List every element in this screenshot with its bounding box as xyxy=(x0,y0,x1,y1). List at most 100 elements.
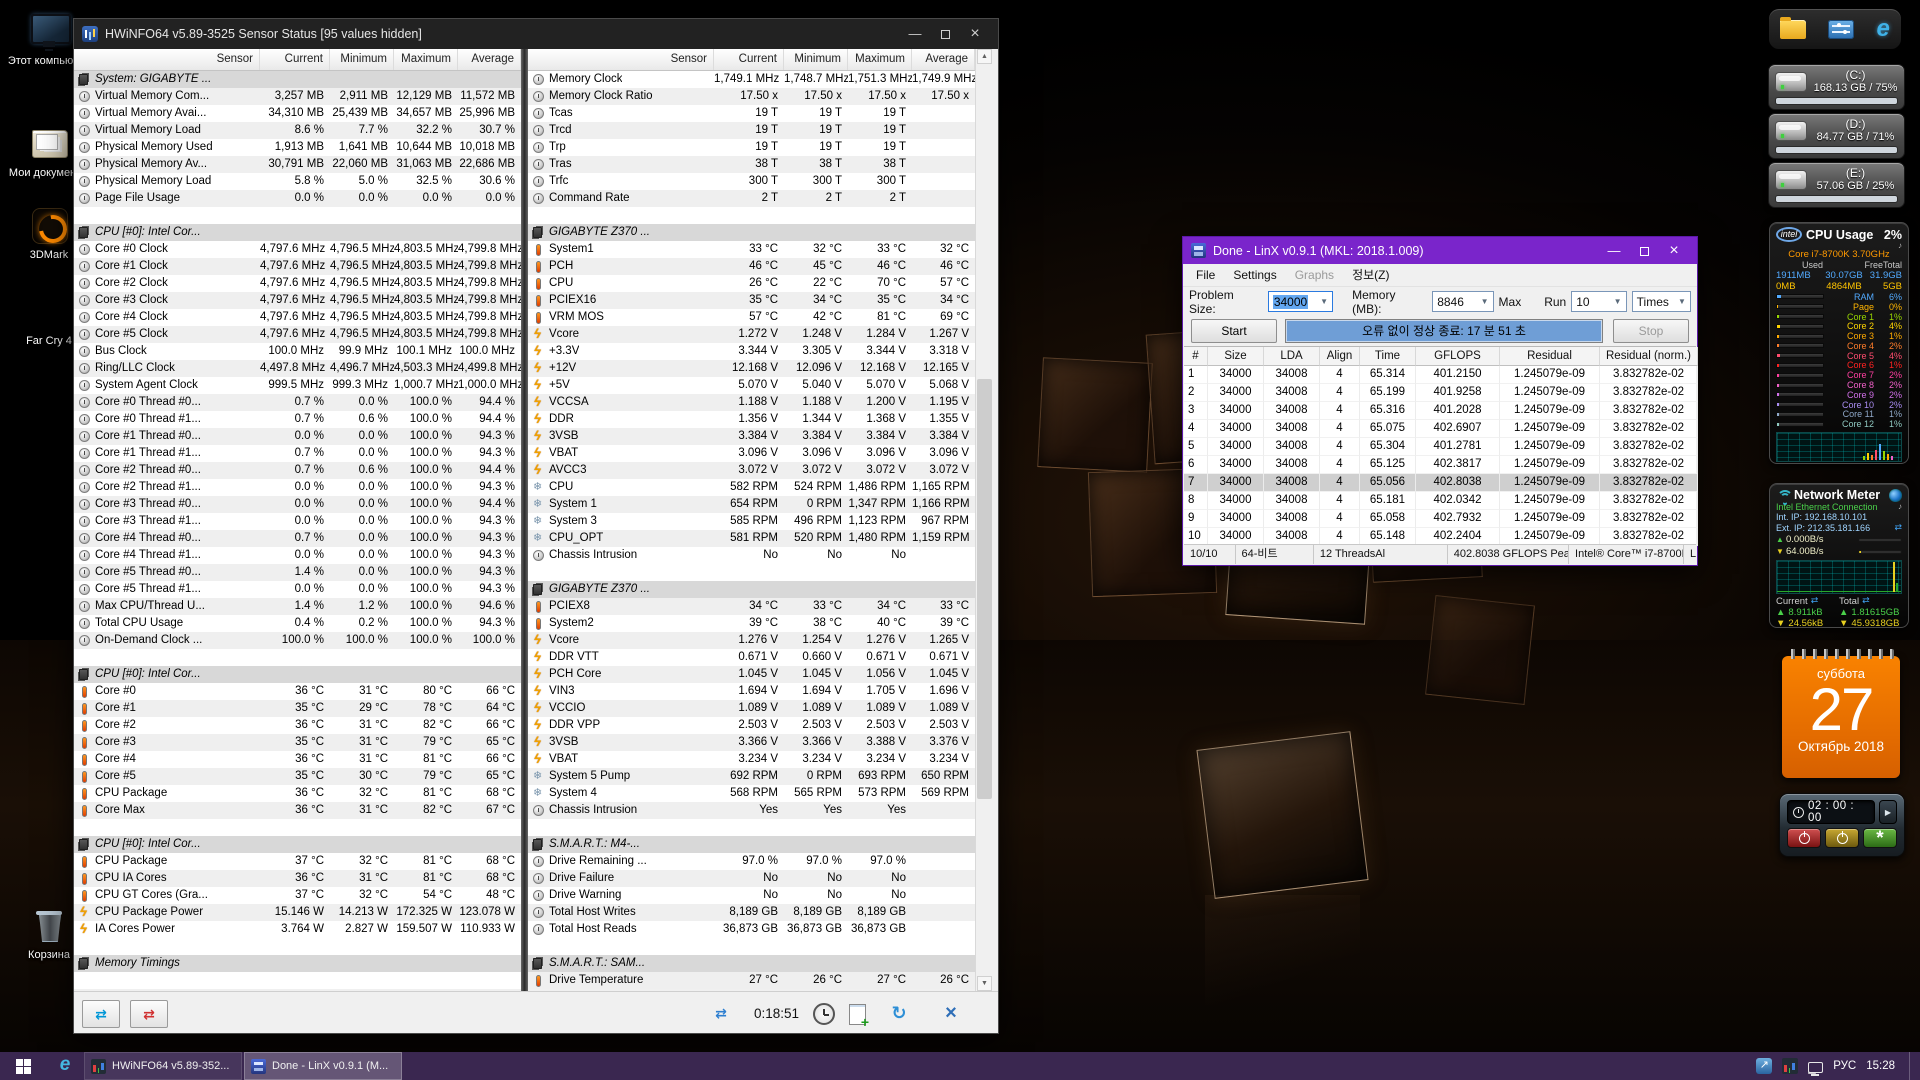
sensor-row[interactable] xyxy=(528,564,975,581)
column-header[interactable]: Current xyxy=(260,49,330,70)
sensor-row[interactable]: Memory Clock 1,749.1 MHz 1,748.7 MHz 1,7… xyxy=(528,71,975,88)
tray-network-icon[interactable] xyxy=(1808,1061,1824,1076)
sensor-row[interactable]: Core #4 Thread #1... 0.0 % 0.0 % 100.0 %… xyxy=(74,547,521,564)
sensor-row[interactable]: CPU_OPT 581 RPM 520 RPM 1,480 RPM 1,159 … xyxy=(528,530,975,547)
sensor-row[interactable]: Virtual Memory Com... 3,257 MB 2,911 MB … xyxy=(74,88,521,105)
scrollbar[interactable]: ▲ ▼ xyxy=(975,49,992,991)
sensor-row[interactable]: Total Host Writes 8,189 GB 8,189 GB 8,18… xyxy=(528,904,975,921)
sensor-row[interactable]: System1 33 °C 32 °C 33 °C 32 °C xyxy=(528,241,975,258)
sensor-row[interactable]: Core #3 Thread #0... 0.0 % 0.0 % 100.0 %… xyxy=(74,496,521,513)
chevron-down-icon[interactable]: ▼ xyxy=(1610,297,1626,306)
chevron-down-icon[interactable]: ▼ xyxy=(1674,297,1690,306)
folder-icon[interactable] xyxy=(1780,16,1807,39)
minimize-button[interactable]: — xyxy=(900,24,930,44)
sensor-row[interactable]: VIN3 1.694 V 1.694 V 1.705 V 1.696 V xyxy=(528,683,975,700)
sleep-button[interactable]: * xyxy=(1863,828,1897,848)
results-column-header[interactable]: LDA xyxy=(1264,347,1320,366)
sensor-row[interactable]: Drive Remaining ... 97.0 % 97.0 % 97.0 % xyxy=(528,853,975,870)
sensor-row[interactable]: Trcd 19 T 19 T 19 T xyxy=(528,122,975,139)
linx-titlebar[interactable]: Done - LinX v0.9.1 (MKL: 2018.1.009) — × xyxy=(1183,237,1697,264)
results-column-header[interactable]: Residual (norm.) xyxy=(1600,347,1698,366)
restart-button[interactable] xyxy=(1825,828,1859,848)
refresh-icon[interactable]: ⇄ xyxy=(1894,523,1902,534)
sensor-row[interactable]: Core #1 Clock 4,797.6 MHz 4,796.5 MHz 4,… xyxy=(74,258,521,275)
results-header-row[interactable]: # Size LDA Align Time GFLOPS Residual Residual … xyxy=(1184,347,1698,366)
sensor-row[interactable]: Core #5 Thread #1... 0.0 % 0.0 % 100.0 %… xyxy=(74,581,521,598)
results-column-header[interactable]: GFLOPS xyxy=(1416,347,1500,366)
results-row[interactable]: 2 34000 34008 4 65.199 401.9258 1.245079… xyxy=(1184,384,1698,402)
sensor-row[interactable]: Physical Memory Used 1,913 MB 1,641 MB 1… xyxy=(74,139,521,156)
sensor-row[interactable] xyxy=(74,938,521,955)
sensor-row[interactable]: Virtual Memory Load 8.6 % 7.7 % 32.2 % 3… xyxy=(74,122,521,139)
chevron-down-icon[interactable]: ▼ xyxy=(1477,297,1493,306)
sensor-row[interactable]: Memory Clock Ratio 17.50 x 17.50 x 17.50… xyxy=(528,88,975,105)
globe-icon[interactable] xyxy=(1889,488,1902,502)
sensor-row[interactable]: System Agent Clock 999.5 MHz 999.3 MHz 1… xyxy=(74,377,521,394)
sensor-row[interactable]: Core #3 Thread #1... 0.0 % 0.0 % 100.0 %… xyxy=(74,513,521,530)
sensor-row[interactable]: DDR VPP 2.503 V 2.503 V 2.503 V 2.503 V xyxy=(528,717,975,734)
sensor-row[interactable]: Ring/LLC Clock 4,497.8 MHz 4,496.7 MHz 4… xyxy=(74,360,521,377)
sensor-row[interactable]: Memory Timings xyxy=(74,955,521,972)
sensor-row[interactable]: Bus Clock 100.0 MHz 99.9 MHz 100.1 MHz 1… xyxy=(74,343,521,360)
sensor-row[interactable]: System 5 Pump 692 RPM 0 RPM 693 RPM 650 … xyxy=(528,768,975,785)
sensor-row[interactable]: On-Demand Clock ... 100.0 % 100.0 % 100.… xyxy=(74,632,521,649)
sensor-row[interactable]: System 1 654 RPM 0 RPM 1,347 RPM 1,166 R… xyxy=(528,496,975,513)
sensor-row[interactable]: 3VSB 3.366 V 3.366 V 3.388 V 3.376 V xyxy=(528,734,975,751)
maximize-button[interactable] xyxy=(930,24,960,44)
sensor-row[interactable]: Core #5 35 °C 30 °C 79 °C 65 °C xyxy=(74,768,521,785)
shutdown-button[interactable] xyxy=(1787,828,1821,848)
sensor-row[interactable]: Drive Temperature 27 °C 26 °C 27 °C 26 °… xyxy=(528,972,975,989)
column-headers[interactable]: Sensor Current Minimum Maximum Average xyxy=(74,49,521,71)
column-header[interactable]: Sensor xyxy=(74,49,260,70)
menu-item[interactable]: File xyxy=(1187,264,1224,286)
start-button[interactable] xyxy=(0,1052,46,1080)
tray-remote-icon[interactable] xyxy=(1756,1058,1773,1074)
chevron-down-icon[interactable]: ▼ xyxy=(1316,297,1332,306)
taskbar-app-button[interactable]: Done - LinX v0.9.1 (M... xyxy=(244,1052,402,1080)
sensor-row[interactable]: Core #2 Thread #1... 0.0 % 0.0 % 100.0 %… xyxy=(74,479,521,496)
run-combo[interactable]: 10 ▼ xyxy=(1571,291,1627,312)
shutdown-timer-gadget[interactable]: 02 : 00 : 00 ▶ * xyxy=(1779,793,1905,857)
maximize-button[interactable] xyxy=(1629,241,1659,261)
sensor-row[interactable]: Core #1 Thread #1... 0.7 % 0.0 % 100.0 %… xyxy=(74,445,521,462)
sensor-row[interactable]: Drive Warning No No No xyxy=(528,887,975,904)
menu-item[interactable]: Settings xyxy=(1224,264,1285,286)
sensor-row[interactable]: System 3 585 RPM 496 RPM 1,123 RPM 967 R… xyxy=(528,513,975,530)
sensor-row[interactable]: Core #4 Clock 4,797.6 MHz 4,796.5 MHz 4,… xyxy=(74,309,521,326)
sensor-row[interactable]: Vcore 1.276 V 1.254 V 1.276 V 1.265 V xyxy=(528,632,975,649)
sensor-row[interactable]: Page File Usage 0.0 % 0.0 % 0.0 % 0.0 % xyxy=(74,190,521,207)
sensor-row[interactable]: PCIEX8 34 °C 33 °C 34 °C 33 °C xyxy=(528,598,975,615)
sensor-row[interactable]: S.M.A.R.T.: SAM... xyxy=(528,955,975,972)
problem-size-combo[interactable]: 34000 ▼ xyxy=(1267,291,1334,312)
swap-columns-button[interactable]: ⇄ xyxy=(82,999,120,1028)
hwinfo-titlebar[interactable]: HWiNFO64 v5.89-3525 Sensor Status [95 va… xyxy=(74,19,998,49)
scroll-up-arrow[interactable]: ▲ xyxy=(977,49,992,64)
sensor-row[interactable]: Virtual Memory Avai... 34,310 MB 25,439 … xyxy=(74,105,521,122)
configure-button[interactable]: ↻ xyxy=(880,1000,918,1028)
sensor-row[interactable]: AVCC3 3.072 V 3.072 V 3.072 V 3.072 V xyxy=(528,462,975,479)
sensor-row[interactable]: DDR VTT 0.671 V 0.660 V 0.671 V 0.671 V xyxy=(528,649,975,666)
sensor-row[interactable]: Core #2 Thread #0... 0.7 % 0.6 % 100.0 %… xyxy=(74,462,521,479)
sensor-row[interactable]: PCIEX16 35 °C 34 °C 35 °C 34 °C xyxy=(528,292,975,309)
scrollbar-thumb[interactable] xyxy=(977,379,992,799)
sensor-row[interactable]: CPU IA Cores 36 °C 31 °C 81 °C 68 °C xyxy=(74,870,521,887)
results-column-header[interactable]: Size xyxy=(1208,347,1264,366)
sensor-row[interactable]: CPU Package Power 15.146 W 14.213 W 172.… xyxy=(74,904,521,921)
results-row[interactable]: 3 34000 34008 4 65.316 401.2028 1.245079… xyxy=(1184,402,1698,420)
sensor-row[interactable]: Core #0 36 °C 31 °C 80 °C 66 °C xyxy=(74,683,521,700)
sensor-row[interactable]: Tras 38 T 38 T 38 T xyxy=(528,156,975,173)
sensor-row[interactable] xyxy=(528,938,975,955)
refresh-icon[interactable]: ⇄ xyxy=(1862,596,1870,607)
show-desktop-button[interactable] xyxy=(1909,1052,1914,1080)
report-button[interactable] xyxy=(849,1003,869,1030)
calendar-gadget[interactable]: суббота 27 Октябрь 2018 xyxy=(1782,649,1900,778)
results-row[interactable]: 6 34000 34008 4 65.125 402.3817 1.245079… xyxy=(1184,456,1698,474)
sensor-row[interactable] xyxy=(74,819,521,836)
sensor-row[interactable]: Core Max 36 °C 31 °C 82 °C 67 °C xyxy=(74,802,521,819)
taskbar-clock[interactable]: 15:28 xyxy=(1866,1060,1895,1072)
sensor-row[interactable]: Core #3 Clock 4,797.6 MHz 4,796.5 MHz 4,… xyxy=(74,292,521,309)
results-row[interactable]: 7 34000 34008 4 65.056 402.8038 1.245079… xyxy=(1184,474,1698,492)
results-row[interactable]: 1 34000 34008 4 65.314 401.2150 1.245079… xyxy=(1184,366,1698,384)
menu-item[interactable]: 정보(Z) xyxy=(1343,264,1398,286)
sensor-row[interactable]: System: GIGABYTE ... xyxy=(74,71,521,88)
